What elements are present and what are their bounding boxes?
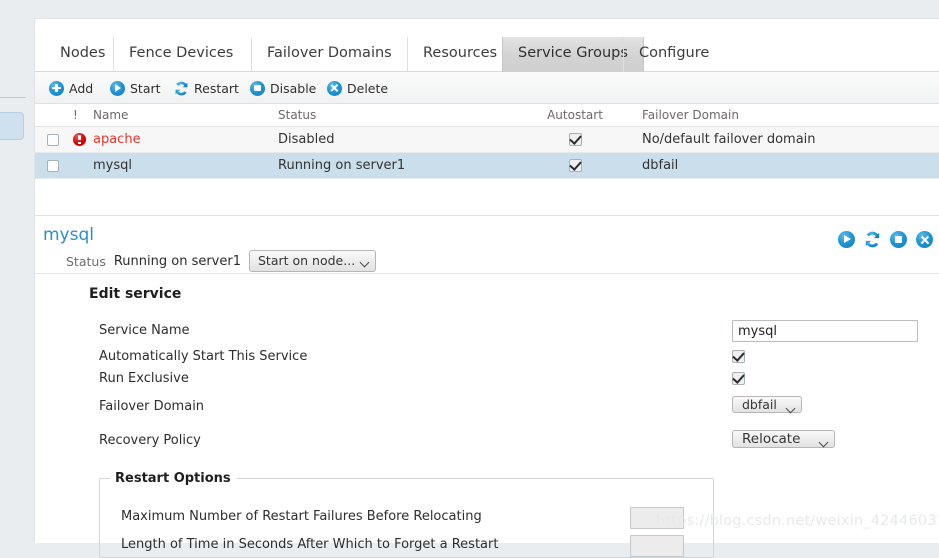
row-autostart-cell	[545, 153, 605, 179]
restart-service-icon[interactable]	[864, 231, 881, 248]
run-exclusive-control	[732, 371, 745, 386]
row-service-name[interactable]: apache	[93, 127, 141, 153]
column-header-flag: !	[73, 108, 78, 122]
row-select-checkbox[interactable]	[47, 160, 59, 172]
row-status: Disabled	[278, 132, 335, 147]
detail-divider	[35, 273, 939, 274]
row-select-checkbox[interactable]	[47, 134, 59, 146]
app-panel: Nodes Fence Devices Failover Domains Resour…	[34, 18, 939, 558]
restart-option-input[interactable]	[630, 507, 684, 529]
delete-service-icon[interactable]	[916, 231, 933, 248]
restart-options-fieldset: Restart Options Maximum Number of Restar…	[99, 471, 715, 558]
status-value: Running on server1	[113, 253, 241, 269]
service-detail-panel: mysql Status Running on server1 Start on…	[35, 215, 939, 558]
toolbar-delete-label: Delete	[347, 80, 389, 96]
service-action-icons	[838, 231, 933, 248]
rail-divider	[0, 97, 26, 98]
toolbar-delete-button[interactable]: Delete	[327, 77, 388, 99]
tab-nodes[interactable]: Nodes	[45, 37, 120, 72]
service-name-control	[732, 320, 918, 342]
restart-option-row: Length of Time in Seconds After Which to…	[100, 533, 715, 557]
field-row-run-exclusive: Run Exclusive	[35, 368, 939, 390]
error-icon	[73, 133, 86, 146]
table-row[interactable]: apache Disabled No/default failover domain	[35, 127, 939, 153]
stop-circle-icon	[250, 80, 265, 96]
restart-option-label: Maximum Number of Restart Failures Befor…	[121, 509, 482, 524]
toolbar-disable-button[interactable]: Disable	[250, 77, 316, 99]
service-name-label: Service Name	[99, 323, 190, 338]
toolbar-disable-label: Disable	[270, 80, 317, 96]
edit-service-heading: Edit service	[89, 286, 182, 302]
plus-circle-icon	[49, 80, 64, 96]
autostart-checkbox[interactable]	[732, 350, 745, 363]
rail-selected-chip[interactable]	[0, 112, 24, 140]
column-header-status[interactable]: Status	[278, 104, 316, 127]
recovery-policy-dropdown[interactable]: Relocate	[732, 430, 836, 448]
toolbar-restart-button[interactable]: Restart	[174, 77, 239, 99]
toolbar-add-button[interactable]: Add	[49, 77, 93, 99]
delete-circle-icon	[327, 80, 342, 96]
failover-domain-label: Failover Domain	[99, 399, 205, 414]
column-header-failover[interactable]: Failover Domain	[642, 104, 739, 127]
run-exclusive-label: Run Exclusive	[99, 371, 189, 386]
tab-configure[interactable]: Configure	[623, 37, 724, 72]
status-label: Status	[66, 253, 106, 269]
row-autostart-cell	[545, 127, 605, 153]
start-on-node-dropdown[interactable]: Start on node...	[249, 250, 377, 272]
run-exclusive-checkbox[interactable]	[732, 372, 745, 385]
field-row-failover-domain: Failover Domain dbfail	[35, 396, 939, 418]
tab-bar: Nodes Fence Devices Failover Domains Resour…	[35, 19, 939, 72]
toolbar-start-label: Start	[130, 80, 161, 96]
row-failover-domain: dbfail	[642, 158, 679, 173]
restart-option-row: Maximum Number of Restart Failures Befor…	[100, 505, 715, 529]
left-chrome-rail	[0, 0, 34, 542]
column-header-name[interactable]: Name	[93, 104, 128, 127]
stop-service-icon[interactable]	[890, 231, 907, 248]
column-header-autostart[interactable]: Autostart	[545, 104, 605, 127]
autostart-check-icon	[568, 133, 582, 146]
start-service-icon[interactable]	[838, 231, 855, 248]
row-status: Running on server1	[278, 158, 406, 173]
recovery-policy-label: Recovery Policy	[99, 433, 201, 448]
autostart-check-icon	[568, 159, 582, 172]
tab-fence-devices[interactable]: Fence Devices	[113, 37, 248, 72]
tab-resources[interactable]: Resources	[407, 37, 512, 72]
autostart-control	[732, 349, 745, 364]
failover-domain-dropdown[interactable]: dbfail	[732, 396, 802, 413]
tab-failover-domains[interactable]: Failover Domains	[251, 37, 407, 72]
action-toolbar: Add Start Restart Disable Delete	[35, 72, 939, 104]
restart-option-label: Length of Time in Seconds After Which to…	[121, 537, 499, 552]
table-header-row: ! Name Status Autostart Failover Domain	[35, 104, 939, 127]
service-name-input[interactable]	[732, 320, 918, 342]
row-failover-domain: No/default failover domain	[642, 132, 816, 147]
service-groups-table: ! Name Status Autostart Failover Domain …	[35, 104, 939, 179]
table-row[interactable]: mysql Running on server1 dbfail	[35, 153, 939, 179]
service-status-line: Status Running on server1 Start on node.…	[66, 250, 377, 272]
field-row-service-name: Service Name	[35, 320, 939, 342]
row-service-name[interactable]: mysql	[93, 153, 132, 179]
recovery-policy-control: Relocate	[732, 427, 836, 451]
restart-option-input[interactable]	[630, 535, 684, 557]
failover-domain-control: dbfail	[732, 395, 802, 415]
table-body: apache Disabled No/default failover domain…	[35, 127, 939, 179]
toolbar-add-label: Add	[69, 80, 94, 96]
restart-circle-icon	[174, 81, 189, 96]
field-row-autostart: Automatically Start This Service	[35, 346, 939, 368]
service-detail-title[interactable]: mysql	[43, 225, 94, 245]
play-circle-icon	[110, 80, 125, 96]
toolbar-start-button[interactable]: Start	[110, 77, 161, 99]
autostart-label: Automatically Start This Service	[99, 349, 308, 364]
field-row-recovery-policy: Recovery Policy Relocate	[35, 430, 939, 452]
toolbar-restart-label: Restart	[194, 80, 239, 96]
restart-options-legend: Restart Options	[110, 471, 236, 486]
